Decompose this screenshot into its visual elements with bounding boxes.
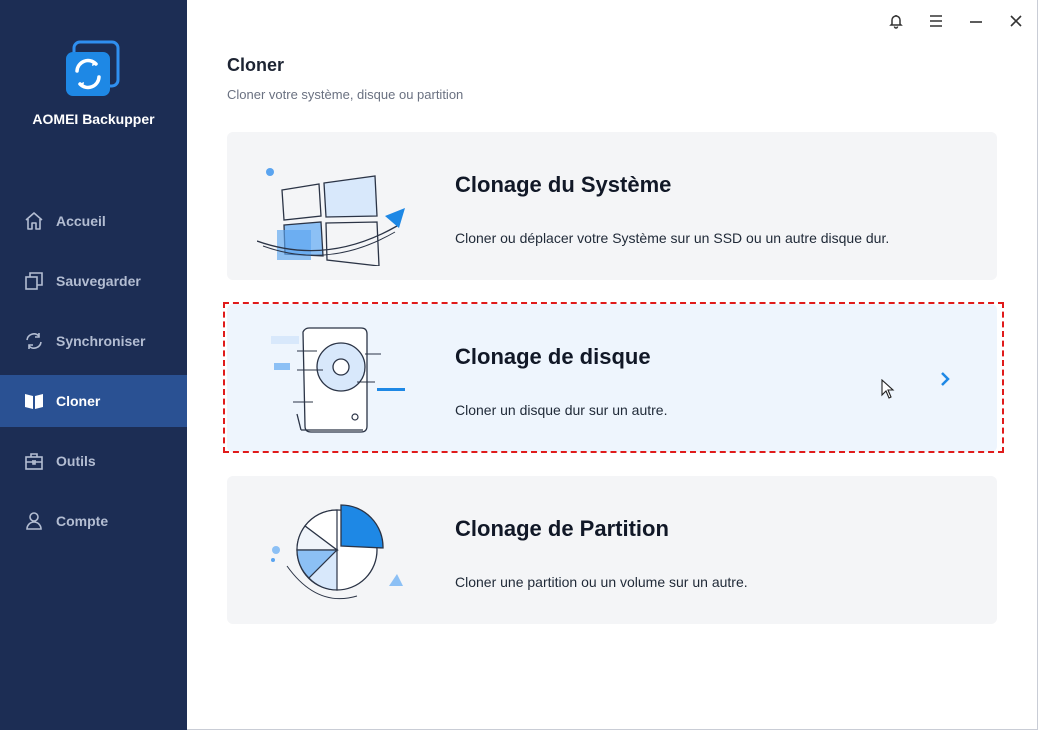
close-button[interactable] <box>1005 10 1027 32</box>
sidebar-item-label: Cloner <box>56 393 101 409</box>
card-description: Cloner un disque dur sur un autre. <box>455 402 668 418</box>
menu-button[interactable] <box>925 10 947 32</box>
mouse-cursor-icon <box>881 379 895 399</box>
sidebar-item-label: Outils <box>56 453 96 469</box>
bell-icon <box>889 15 903 29</box>
menu-icon <box>930 15 942 27</box>
clone-icon <box>24 391 44 411</box>
notifications-button[interactable] <box>885 10 907 32</box>
pie-partition-illustration <box>271 504 403 600</box>
page-subtitle: Cloner votre système, disque ou partitio… <box>227 87 464 102</box>
toolbox-icon <box>24 451 44 471</box>
aomei-logo-icon <box>66 40 120 96</box>
card-title: Clonage de Partition <box>455 516 669 541</box>
main-panel: Cloner Cloner votre système, disque ou p… <box>187 0 1038 730</box>
backup-icon <box>24 271 44 291</box>
sidebar-item-compte[interactable]: Compte <box>0 495 187 547</box>
sidebar-item-label: Synchroniser <box>56 333 146 349</box>
user-icon <box>24 511 44 531</box>
card-title: Clonage de disque <box>455 344 651 369</box>
system-clone-card[interactable]: Clonage du Système Cloner ou déplacer vo… <box>227 132 997 280</box>
sidebar-item-sauvegarder[interactable]: Sauvegarder <box>0 255 187 307</box>
disk-clone-card[interactable]: Clonage de disque Cloner un disque dur s… <box>227 304 997 452</box>
page-title: Cloner <box>227 55 285 75</box>
sidebar-item-cloner[interactable]: Cloner <box>0 375 187 427</box>
home-icon <box>24 211 44 231</box>
app-name: AOMEI Backupper <box>32 111 155 127</box>
card-description: Cloner ou déplacer votre Système sur un … <box>455 230 890 246</box>
sidebar-item-synchroniser[interactable]: Synchroniser <box>0 315 187 367</box>
sidebar-item-label: Accueil <box>56 213 106 229</box>
sidebar-item-label: Sauvegarder <box>56 273 141 289</box>
minimize-button[interactable] <box>965 10 987 32</box>
chevron-right-icon[interactable] <box>937 370 953 388</box>
card-description: Cloner une partition ou un volume sur un… <box>455 574 748 590</box>
partition-clone-card[interactable]: Clonage de Partition Cloner une partitio… <box>227 476 997 624</box>
windows-system-illustration <box>257 168 405 266</box>
card-title: Clonage du Système <box>455 172 672 197</box>
sidebar-item-label: Compte <box>56 513 109 529</box>
close-icon <box>1010 15 1022 27</box>
sidebar: AOMEI Backupper Accueil Sauvegarder Sync… <box>0 0 187 730</box>
sidebar-item-outils[interactable]: Outils <box>0 435 187 487</box>
hard-disk-illustration <box>271 327 405 433</box>
minimize-icon <box>970 21 982 23</box>
sync-icon <box>24 331 44 351</box>
sidebar-item-accueil[interactable]: Accueil <box>0 195 187 247</box>
